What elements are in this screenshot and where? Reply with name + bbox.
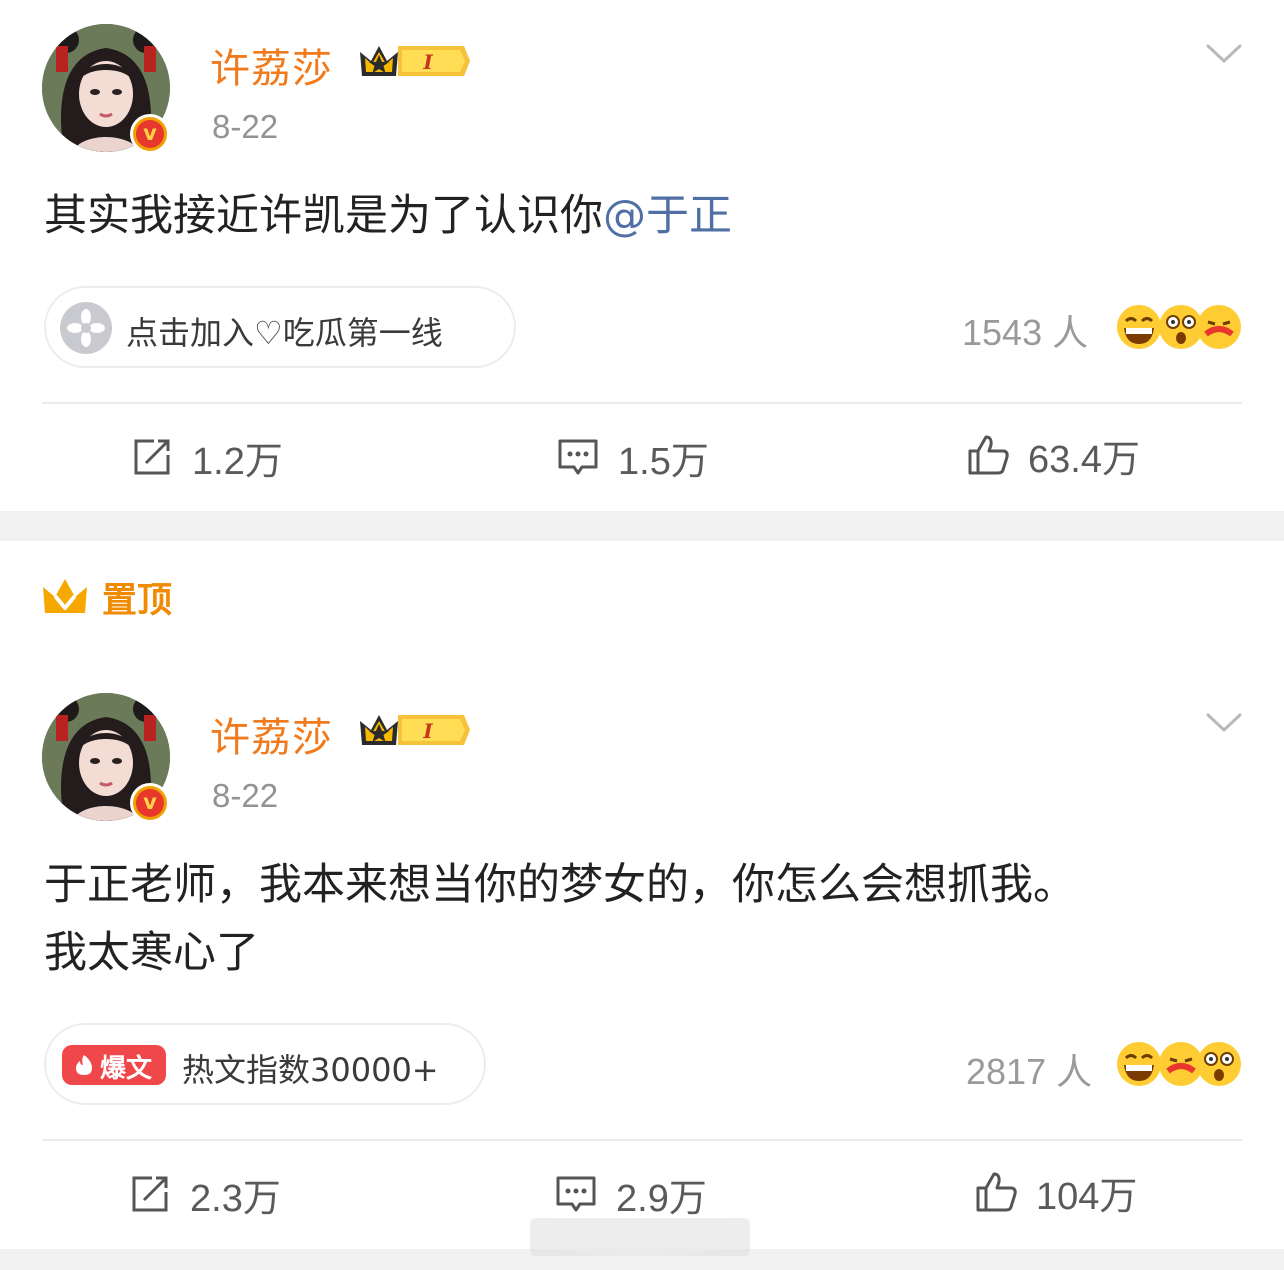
like-button[interactable]: 63.4万 <box>966 430 1140 481</box>
thumbs-up-icon <box>968 435 1009 475</box>
repost-count: 2.3万 <box>190 1177 281 1220</box>
verified-badge-icon: v <box>130 114 170 154</box>
post-text-line: 于正老师，我本来想当你的梦女的，你怎么会想抓我。 <box>44 860 1076 910</box>
grin-emoji-icon <box>1117 305 1161 349</box>
svg-text:I: I <box>422 50 433 74</box>
repost-icon <box>132 1176 168 1212</box>
vip-crown-badge-icon: I <box>360 46 470 76</box>
reactor-count: 2817 人 <box>966 1051 1093 1092</box>
post-text: 于正老师，我本来想当你的梦女的，你怎么会想抓我。 我太寒心了 <box>44 851 1076 987</box>
like-count: 104万 <box>1036 1175 1138 1218</box>
fire-icon <box>76 1055 92 1075</box>
comment-count: 1.5万 <box>618 440 709 483</box>
post-text-line: 我太寒心了 <box>44 928 259 978</box>
group-chat-tag[interactable]: 点击加入♡吃瓜第一线 <box>44 286 516 368</box>
shocked-emoji-icon <box>1159 305 1203 349</box>
comment-icon <box>556 1176 596 1212</box>
comment-button[interactable]: 2.9万 <box>554 1169 707 1220</box>
chevron-down-icon[interactable] <box>1206 44 1242 64</box>
repost-button[interactable]: 2.3万 <box>128 1169 281 1220</box>
like-count: 63.4万 <box>1028 438 1140 481</box>
flower-icon <box>60 302 112 354</box>
verified-badge-icon: v <box>130 783 170 823</box>
comment-button[interactable]: 1.5万 <box>556 432 709 483</box>
comment-icon <box>558 439 598 475</box>
post-card: 置顶 v 许荔莎 I 8-22 于正老师，我本来想当你的梦女的，你怎么会想抓我。… <box>0 541 1284 1249</box>
pinned-label: 置顶 <box>102 580 173 621</box>
username[interactable]: 许荔莎 <box>210 36 333 94</box>
repost-button[interactable]: 1.2万 <box>130 432 283 483</box>
comment-count: 2.9万 <box>616 1177 707 1220</box>
chevron-down-icon[interactable] <box>1206 713 1242 733</box>
repost-count: 1.2万 <box>192 440 283 483</box>
hot-post-tag[interactable]: 爆文 热文指数30000+ <box>44 1023 486 1105</box>
username[interactable]: 许荔莎 <box>210 705 333 763</box>
divider <box>42 1139 1242 1141</box>
pinned-crown-icon <box>43 579 87 613</box>
post-date: 8-22 <box>212 108 279 145</box>
post-text: 其实我接近许凯是为了认识你@于正 <box>44 191 732 241</box>
grin-emoji-icon <box>1117 1042 1161 1086</box>
post-date: 8-22 <box>212 777 279 814</box>
divider <box>42 402 1242 404</box>
hot-badge: 爆文 <box>62 1045 166 1085</box>
repost-icon <box>134 439 170 475</box>
like-button[interactable]: 104万 <box>974 1167 1138 1218</box>
home-indicator <box>530 1218 750 1256</box>
reactor-count: 1543 人 <box>962 312 1089 353</box>
thumbs-up-icon <box>976 1172 1017 1212</box>
svg-text:I: I <box>422 719 433 743</box>
post-card: v 许荔莎 I 8-22 其实我接近许凯是为了认识你@于正 点击加入♡吃瓜第一线… <box>0 0 1284 511</box>
tag-label: 热文指数30000+ <box>182 1051 439 1089</box>
kiss-emoji-icon <box>1159 1042 1203 1086</box>
mention-link[interactable]: @于正 <box>603 191 732 241</box>
pinned-indicator: 置顶 <box>42 575 172 621</box>
vip-crown-badge-icon: I <box>360 715 470 745</box>
tag-label: 点击加入♡吃瓜第一线 <box>126 314 443 352</box>
